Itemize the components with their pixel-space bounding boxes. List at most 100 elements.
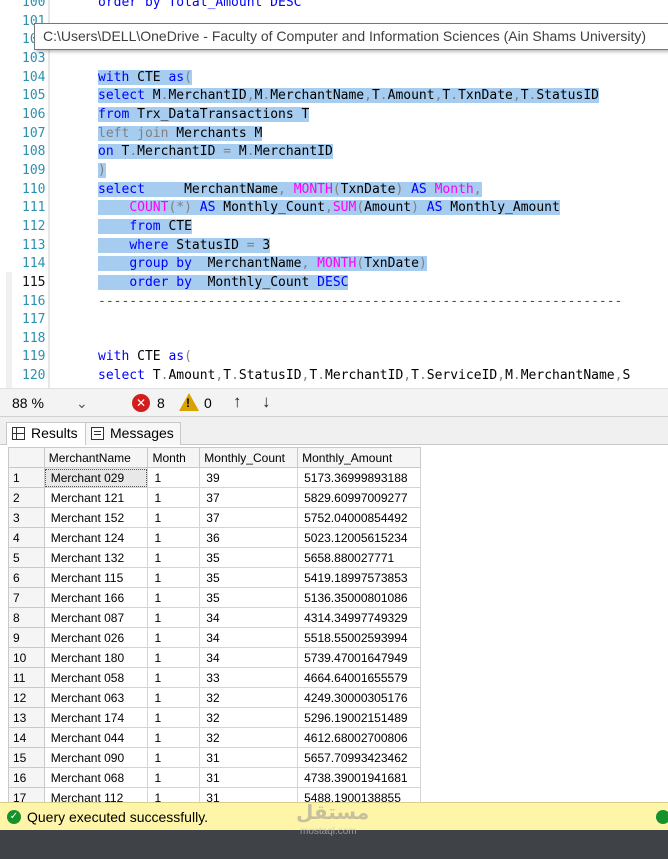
table-cell[interactable]: Merchant 026 — [43, 627, 149, 648]
editor-lines[interactable]: 100order by Total_Amount DESC10110210310… — [0, 0, 668, 386]
table-row[interactable]: 4 Merchant 124 1 36 5023.12005615234 — [8, 527, 421, 548]
table-cell[interactable]: 33 — [199, 667, 299, 688]
tab-results[interactable]: Results — [6, 422, 86, 445]
table-cell[interactable]: Merchant 124 — [43, 527, 149, 548]
warning-count[interactable]: 0 — [204, 394, 212, 412]
table-cell[interactable]: 4664.64001655579 — [297, 667, 421, 688]
table-cell[interactable]: Merchant 115 — [43, 567, 149, 588]
table-row[interactable]: 8 Merchant 087 1 34 4314.34997749329 — [8, 607, 421, 628]
table-cell[interactable]: 1 — [147, 487, 201, 508]
table-cell[interactable]: 5296.19002151489 — [297, 707, 421, 728]
column-header[interactable]: Month — [147, 447, 201, 468]
table-cell[interactable]: 1 — [147, 647, 201, 668]
table-cell[interactable]: 1 — [147, 747, 201, 768]
code-text[interactable]: select M.MerchantID,M.MerchantName,T.Amo… — [98, 87, 599, 106]
table-cell[interactable]: 4249.30000305176 — [297, 687, 421, 708]
table-row[interactable]: 6 Merchant 115 1 35 5419.18997573853 — [8, 567, 421, 588]
table-cell[interactable]: 34 — [199, 627, 299, 648]
code-line[interactable]: 106 from Trx_DataTransactions T — [0, 106, 668, 125]
row-number[interactable]: 11 — [8, 667, 45, 688]
table-cell[interactable]: 35 — [199, 587, 299, 608]
table-row[interactable]: 3 Merchant 152 1 37 5752.04000854492 — [8, 507, 421, 528]
table-cell[interactable]: 1 — [147, 467, 201, 488]
table-cell[interactable]: 1 — [147, 787, 201, 803]
table-row[interactable]: 12 Merchant 063 1 32 4249.30000305176 — [8, 687, 421, 708]
code-text[interactable]: group by MerchantName, MONTH(TxnDate) — [98, 255, 427, 274]
table-cell[interactable]: 31 — [199, 767, 299, 788]
code-text[interactable]: on T.MerchantID = M.MerchantID — [98, 143, 333, 162]
code-line[interactable]: 115 order by Monthly_Count DESC — [0, 274, 668, 293]
table-cell[interactable]: 32 — [199, 687, 299, 708]
table-cell[interactable]: Merchant 063 — [43, 687, 149, 708]
row-number[interactable]: 17 — [8, 787, 45, 803]
table-cell[interactable]: 34 — [199, 607, 299, 628]
row-number[interactable]: 5 — [8, 547, 45, 568]
code-line[interactable]: 104 with CTE as( — [0, 69, 668, 88]
table-cell[interactable]: Merchant 121 — [43, 487, 149, 508]
row-number[interactable]: 1 — [8, 467, 45, 488]
code-line[interactable]: 100 order by Total_Amount DESC — [0, 0, 668, 13]
code-line[interactable]: 114 group by MerchantName, MONTH(TxnDate… — [0, 255, 668, 274]
row-number[interactable]: 12 — [8, 687, 45, 708]
column-header[interactable]: Monthly_Count — [199, 447, 299, 468]
row-number[interactable]: 8 — [8, 607, 45, 628]
code-line[interactable]: 103 — [0, 50, 668, 69]
table-cell[interactable]: 31 — [199, 787, 299, 803]
row-number[interactable]: 9 — [8, 627, 45, 648]
code-line[interactable]: 111 COUNT(*) AS Monthly_Count,SUM(Amount… — [0, 199, 668, 218]
table-cell[interactable]: 39 — [199, 467, 299, 488]
code-text[interactable]: COUNT(*) AS Monthly_Count,SUM(Amount) AS… — [98, 199, 560, 218]
row-number[interactable]: 6 — [8, 567, 45, 588]
table-row[interactable]: 7 Merchant 166 1 35 5136.35000801086 — [8, 587, 421, 608]
table-cell[interactable]: 1 — [147, 727, 201, 748]
zoom-dropdown[interactable]: 88 % ⌄ — [8, 392, 92, 414]
results-grid[interactable]: MerchantName Month Monthly_Count Monthly_Am… — [8, 447, 421, 803]
row-number[interactable]: 15 — [8, 747, 45, 768]
table-cell[interactable]: Merchant 029 — [43, 467, 149, 488]
table-cell[interactable]: 35 — [199, 567, 299, 588]
table-cell[interactable]: 4738.39001941681 — [297, 767, 421, 788]
code-line[interactable]: 107 left join Merchants M — [0, 125, 668, 144]
table-cell[interactable]: Merchant 090 — [43, 747, 149, 768]
table-cell[interactable]: 1 — [147, 687, 201, 708]
table-cell[interactable]: 4314.34997749329 — [297, 607, 421, 628]
table-cell[interactable]: 5518.55002593994 — [297, 627, 421, 648]
arrow-up-icon[interactable]: ↑ — [233, 392, 242, 412]
table-cell[interactable]: 1 — [147, 587, 201, 608]
table-cell[interactable]: 32 — [199, 707, 299, 728]
row-number[interactable]: 2 — [8, 487, 45, 508]
table-row[interactable]: 5 Merchant 132 1 35 5658.880027771 — [8, 547, 421, 568]
table-row[interactable]: 11 Merchant 058 1 33 4664.64001655579 — [8, 667, 421, 688]
column-header[interactable] — [8, 447, 45, 468]
code-line[interactable]: 120 select T.Amount,T.StatusID,T.Merchant… — [0, 367, 668, 386]
table-cell[interactable]: 1 — [147, 707, 201, 728]
code-line[interactable]: 116 -------------------------------------… — [0, 293, 668, 312]
table-cell[interactable]: Merchant 132 — [43, 547, 149, 568]
table-cell[interactable]: Merchant 152 — [43, 507, 149, 528]
code-text[interactable]: from CTE — [98, 218, 192, 237]
row-number[interactable]: 13 — [8, 707, 45, 728]
table-cell[interactable]: 4612.68002700806 — [297, 727, 421, 748]
table-cell[interactable]: 5419.18997573853 — [297, 567, 421, 588]
column-header[interactable]: MerchantName — [43, 447, 149, 468]
table-row[interactable]: 9 Merchant 026 1 34 5518.55002593994 — [8, 627, 421, 648]
table-row[interactable]: 16 Merchant 068 1 31 4738.39001941681 — [8, 767, 421, 788]
error-icon[interactable]: ✕ — [132, 394, 150, 412]
table-cell[interactable]: 32 — [199, 727, 299, 748]
table-cell[interactable]: 5752.04000854492 — [297, 507, 421, 528]
table-cell[interactable]: 1 — [147, 527, 201, 548]
table-cell[interactable]: 31 — [199, 747, 299, 768]
warning-icon[interactable]: ! — [179, 393, 199, 411]
code-text[interactable]: from Trx_DataTransactions T — [98, 106, 310, 125]
table-cell[interactable]: 1 — [147, 767, 201, 788]
table-cell[interactable]: 35 — [199, 547, 299, 568]
table-row[interactable]: 14 Merchant 044 1 32 4612.68002700806 — [8, 727, 421, 748]
code-text[interactable]: ) — [98, 162, 106, 181]
table-row[interactable]: 1 Merchant 029 1 39 5173.36999893188 — [8, 467, 421, 488]
code-line[interactable]: 113 where StatusID = 3 — [0, 237, 668, 256]
table-cell[interactable]: 1 — [147, 627, 201, 648]
code-text[interactable]: select T.Amount,T.StatusID,T.MerchantID,… — [98, 367, 630, 386]
row-number[interactable]: 16 — [8, 767, 45, 788]
table-cell[interactable]: Merchant 058 — [43, 667, 149, 688]
row-number[interactable]: 14 — [8, 727, 45, 748]
